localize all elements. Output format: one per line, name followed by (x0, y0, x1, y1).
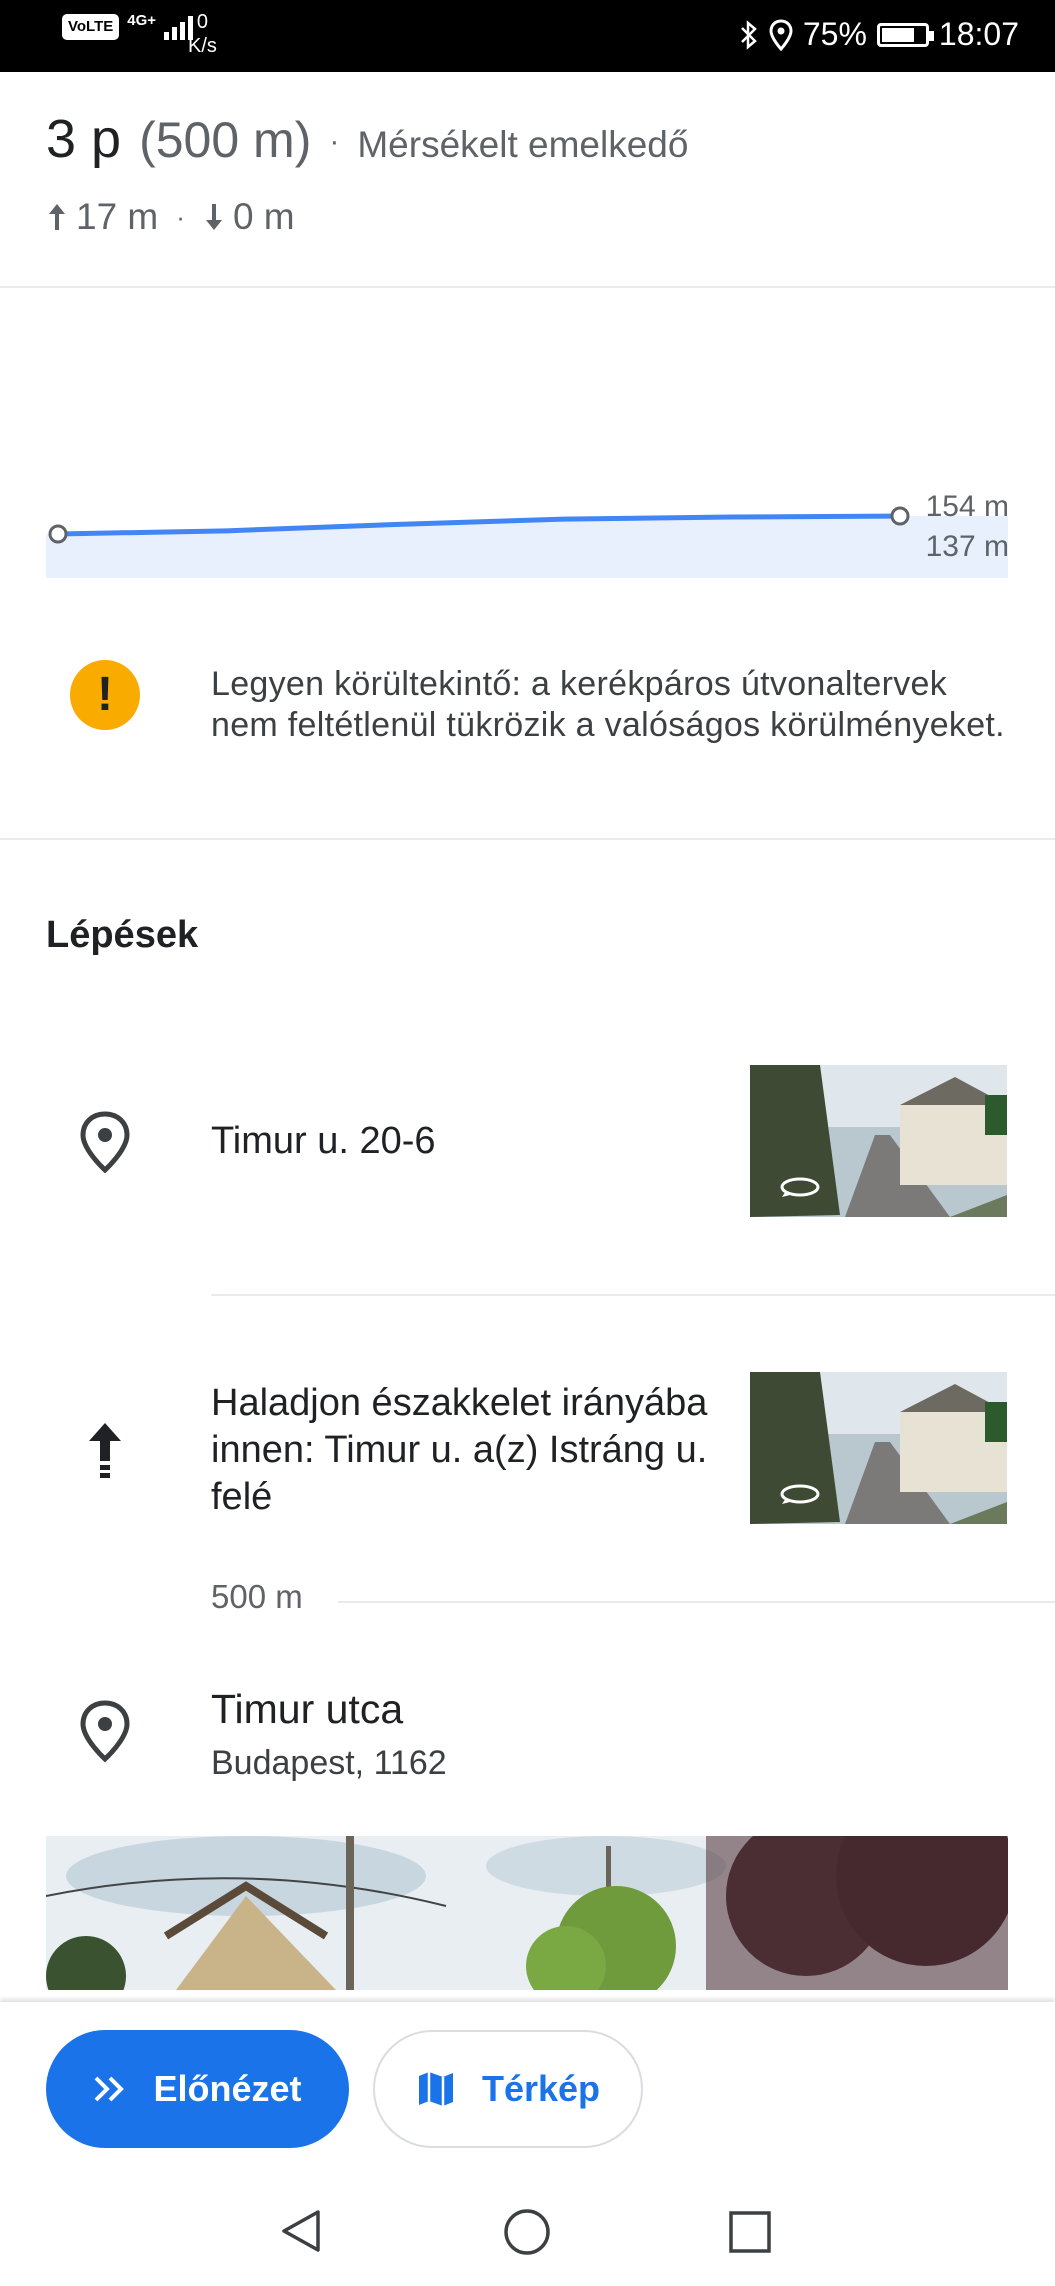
network-speed: 0 K/s (188, 10, 217, 58)
elevation-area (46, 516, 1008, 578)
separator-dot: · (329, 125, 340, 158)
preview-button-label: Előnézet (153, 2068, 302, 2109)
battery-icon (876, 22, 934, 47)
destination-address: Budapest, 1162 (211, 1744, 447, 1782)
location-icon (769, 18, 793, 51)
place-pin-icon (70, 1696, 140, 1766)
fast-forward-icon (95, 2076, 125, 2102)
status-right: 75% 18:07 (739, 16, 1019, 53)
y-tick-label-min: 137 m (925, 530, 1009, 563)
speed-unit: K/s (188, 35, 217, 57)
warning-text: Legyen körültekintő: a kerékpáros útvona… (211, 665, 1005, 744)
status-bar: VoLTE 4G+ 0 K/s 75% 18:07 (0, 0, 1055, 72)
place-pin-icon (70, 1107, 140, 1177)
step-distance: 500 m (211, 1578, 303, 1615)
step-divider (211, 1294, 1055, 1296)
step-text[interactable]: Timur u. 20-6 (211, 1118, 436, 1165)
destination-title[interactable]: Timur utca (211, 1686, 403, 1733)
elevation-start-point (48, 524, 68, 544)
recents-icon[interactable] (728, 2210, 772, 2254)
separator-dot: · (176, 201, 185, 232)
straight-arrow-icon (70, 1414, 140, 1484)
descent-arrow-icon (205, 204, 222, 230)
descent-value: 0 m (232, 196, 295, 237)
divider (0, 286, 1055, 288)
street-view-thumbnail[interactable] (750, 1065, 1007, 1217)
warning-icon: ! (70, 660, 140, 730)
system-navigation-bar (0, 2172, 1055, 2286)
step-divider (338, 1601, 1055, 1603)
preview-button[interactable]: Előnézet (46, 2030, 349, 2148)
map-button[interactable]: Térkép (373, 2030, 643, 2148)
elevation-end-point (890, 506, 910, 526)
network-type: 4G+ (127, 12, 157, 29)
map-icon (418, 2072, 453, 2106)
bluetooth-icon (740, 19, 757, 50)
divider (0, 838, 1055, 840)
steps-heading: Lépések (46, 914, 199, 956)
battery-percent: 75% (802, 16, 867, 52)
elevation-summary: 17 m · 0 m (46, 196, 295, 238)
duration: 3 p (46, 109, 122, 169)
street-view-thumbnail[interactable] (750, 1372, 1007, 1524)
step-text[interactable]: Haladjon északkelet irányába innen: Timu… (211, 1380, 731, 1521)
speed-value: 0 (196, 11, 209, 33)
volte-badge: VoLTE (62, 14, 120, 40)
ascent-value: 17 m (76, 196, 159, 237)
status-left: VoLTE 4G+ (62, 12, 194, 40)
clock: 18:07 (938, 16, 1019, 52)
grade-description: Mérsékelt emelkedő (357, 124, 689, 165)
street-view-photo[interactable] (46, 1836, 1008, 1990)
y-tick-label-max: 154 m (925, 490, 1009, 523)
route-summary: 3 p (500 m) · Mérsékelt emelkedő (46, 108, 688, 170)
distance: (500 m) (139, 112, 312, 168)
home-icon[interactable] (503, 2208, 551, 2256)
map-button-label: Térkép (481, 2068, 601, 2109)
back-icon[interactable] (278, 2208, 324, 2254)
bottom-action-bar: Előnézet Térkép (0, 2002, 1055, 2286)
ascent-arrow-icon (49, 204, 65, 230)
elevation-chart (46, 506, 1008, 578)
